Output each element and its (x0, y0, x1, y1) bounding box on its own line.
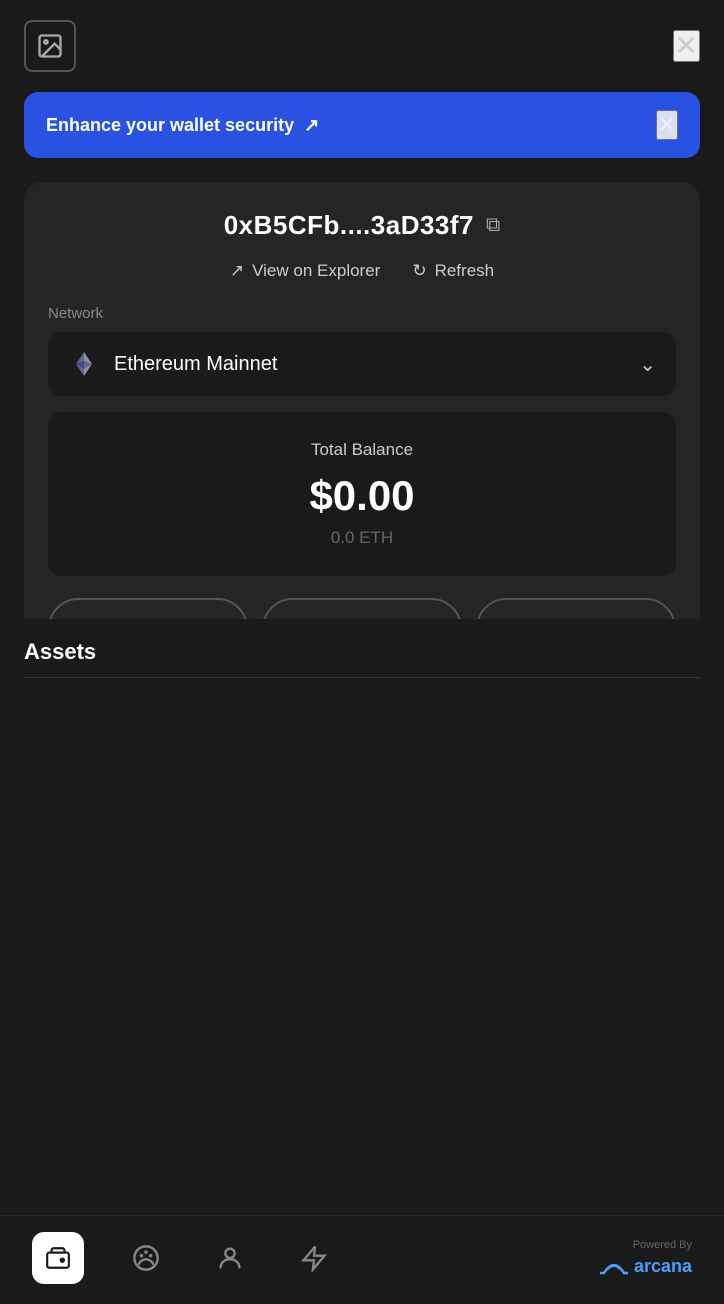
network-left: Ethereum Mainnet (68, 348, 277, 380)
buy-button[interactable]: BUY (262, 598, 462, 619)
balance-eth: 0.0 ETH (68, 528, 656, 548)
security-banner-label: Enhance your wallet security (46, 115, 294, 136)
view-explorer-label: View on Explorer (252, 261, 380, 281)
network-name: Ethereum Mainnet (114, 353, 277, 376)
receive-button[interactable]: RECEIVE (476, 598, 676, 619)
arcana-logo: arcana (600, 1255, 692, 1277)
send-button[interactable]: SEND (48, 598, 248, 619)
profile-nav-icon (208, 1236, 252, 1280)
arcana-brand-text: arcana (634, 1256, 692, 1277)
nav-item-wallet[interactable] (32, 1232, 84, 1284)
wallet-nav-icon (32, 1232, 84, 1284)
wallet-address: 0xB5CFb....3aD33f7 (224, 210, 474, 241)
ethereum-logo (68, 348, 100, 380)
copy-icon[interactable]: ⧉ (486, 214, 500, 237)
lightning-nav-icon (292, 1236, 336, 1280)
powered-by-text: Powered By (633, 1239, 692, 1251)
wallet-address-row: 0xB5CFb....3aD33f7 ⧉ (48, 210, 676, 241)
view-explorer-button[interactable]: ↗ View on Explorer (230, 261, 380, 281)
security-banner[interactable]: Enhance your wallet security ↗ ✕ (24, 92, 700, 158)
balance-amount: $0.00 (68, 472, 656, 520)
refresh-label: Refresh (435, 261, 495, 281)
assets-title: Assets (24, 639, 700, 665)
network-selector[interactable]: Ethereum Mainnet ⌄ (48, 332, 676, 396)
chevron-down-icon: ⌄ (639, 352, 656, 377)
nav-left (32, 1232, 336, 1284)
action-buttons: SEND BUY RECEIVE (48, 598, 676, 619)
image-placeholder-icon (24, 20, 76, 72)
refresh-icon: ↻ (412, 261, 426, 281)
close-button[interactable]: ✕ (673, 30, 700, 62)
security-banner-close[interactable]: ✕ (656, 110, 678, 140)
bottom-nav: Powered By arcana (0, 1215, 724, 1304)
balance-card: Total Balance $0.00 0.0 ETH (48, 412, 676, 576)
explorer-icon: ↗ (230, 261, 244, 281)
refresh-button[interactable]: ↻ Refresh (412, 261, 494, 281)
assets-section: Assets (0, 619, 724, 688)
assets-divider (24, 677, 700, 678)
nav-item-profile[interactable] (208, 1236, 252, 1280)
main-container: Enhance your wallet security ↗ ✕ 0xB5CFb… (0, 92, 724, 619)
nav-item-nft[interactable] (124, 1236, 168, 1280)
external-link-icon: ↗ (304, 115, 319, 136)
palette-nav-icon (124, 1236, 168, 1280)
network-label: Network (48, 305, 676, 322)
wallet-actions: ↗ View on Explorer ↻ Refresh (48, 261, 676, 281)
nav-item-activity[interactable] (292, 1236, 336, 1280)
powered-by: Powered By arcana (600, 1239, 692, 1277)
wallet-card: 0xB5CFb....3aD33f7 ⧉ ↗ View on Explorer … (24, 182, 700, 619)
arcana-symbol-icon (600, 1255, 628, 1277)
top-bar: ✕ (0, 0, 724, 92)
balance-label: Total Balance (68, 440, 656, 460)
security-banner-text: Enhance your wallet security ↗ (46, 115, 319, 136)
